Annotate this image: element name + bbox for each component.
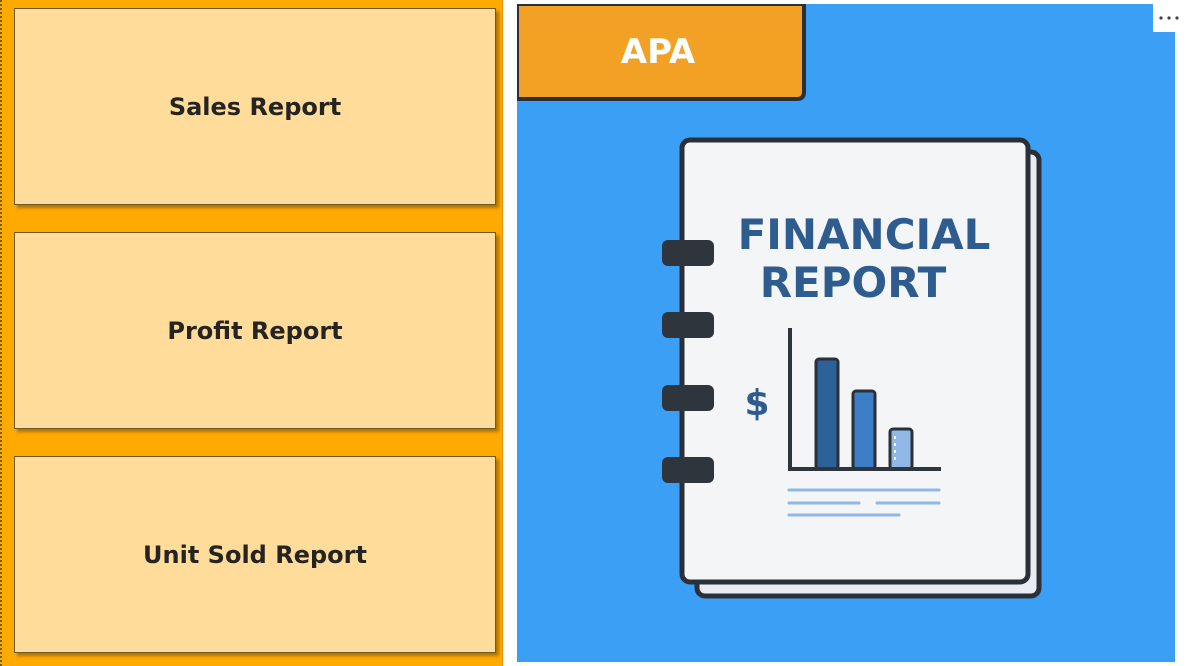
more-options-icon [1159,16,1179,20]
financial-title-line-1: FINANCIAL [738,210,991,259]
apa-tag-label: APA [621,32,696,72]
report-dashboard: Sales Report Profit Report Unit Sold Rep… [0,0,1188,666]
financial-report-image: APA FINANCIAL REPORT $ [517,4,1175,662]
profit-report-button[interactable]: Profit Report [14,232,496,429]
sales-report-label: Sales Report [168,92,342,121]
sales-report-button[interactable]: Sales Report [14,8,496,205]
more-options-button[interactable] [1153,4,1185,32]
dollar-icon: $ [744,383,769,424]
apa-tag: APA [517,4,806,101]
report-navigation-panel: Sales Report Profit Report Unit Sold Rep… [0,0,503,666]
financial-title-line-2: REPORT [760,258,947,307]
unit-sold-report-label: Unit Sold Report [143,540,367,569]
profit-report-label: Profit Report [167,316,343,345]
financial-report-illustration: APA FINANCIAL REPORT $ [517,4,1175,662]
unit-sold-report-button[interactable]: Unit Sold Report [14,456,496,653]
